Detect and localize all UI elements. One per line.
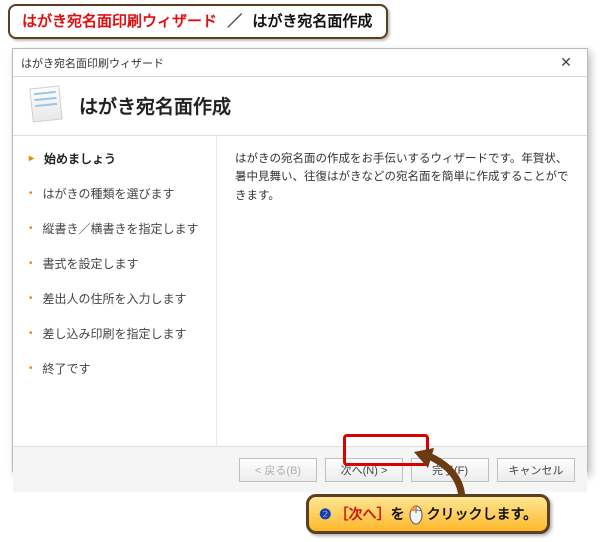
wizard-description: はがきの宛名面の作成をお手伝いするウィザードです。年賀状、暑中見舞い、往復はがき… bbox=[217, 136, 587, 446]
button-row: < 戻る(B) 次へ(N) > 完了(F) キャンセル bbox=[13, 446, 587, 492]
close-button[interactable]: ✕ bbox=[545, 49, 587, 77]
wizard-header: はがき宛名面作成 bbox=[13, 77, 587, 136]
step-number: ❷ bbox=[319, 506, 332, 523]
banner-top-red: はがき宛名面印刷ウィザード bbox=[22, 13, 217, 30]
banner-top-black: はがき宛名面作成 bbox=[252, 13, 372, 30]
step-item[interactable]: はがきの種類を選びます bbox=[29, 185, 208, 202]
postcard-icon bbox=[27, 85, 67, 125]
step-item[interactable]: 縦書き／横書きを指定します bbox=[29, 220, 208, 237]
wizard-title: はがき宛名面作成 bbox=[79, 92, 231, 119]
step-item[interactable]: 差出人の住所を入力します bbox=[29, 290, 208, 307]
banner-tail: クリックします。 bbox=[427, 504, 538, 524]
step-label: 差出人の住所を入力します bbox=[43, 290, 187, 307]
next-button[interactable]: 次へ(N) > bbox=[325, 458, 403, 482]
step-item[interactable]: 始めましょう bbox=[29, 150, 208, 167]
step-label: 書式を設定します bbox=[43, 255, 139, 272]
wizard-dialog: はがき宛名面印刷ウィザード ✕ はがき宛名面作成 始めましょう はがきの種類を選… bbox=[12, 48, 588, 472]
banner-top-sep: ／ bbox=[227, 13, 242, 30]
step-item[interactable]: 書式を設定します bbox=[29, 255, 208, 272]
instruction-banner-top: はがき宛名面印刷ウィザード ／ はがき宛名面作成 bbox=[8, 4, 388, 39]
step-item[interactable]: 差し込み印刷を指定します bbox=[29, 325, 208, 342]
finish-button[interactable]: 完了(F) bbox=[411, 458, 489, 482]
wizard-body: 始めましょう はがきの種類を選びます 縦書き／横書きを指定します 書式を設定しま… bbox=[13, 136, 587, 446]
instruction-banner-bottom: ❷ ［ 次へ ］ を クリックします。 bbox=[306, 494, 550, 534]
step-label: はがきの種類を選びます bbox=[43, 185, 175, 202]
banner-red: 次へ bbox=[349, 504, 377, 524]
step-label: 差し込み印刷を指定します bbox=[43, 325, 187, 342]
step-label: 縦書き／横書きを指定します bbox=[43, 220, 199, 237]
step-list: 始めましょう はがきの種類を選びます 縦書き／横書きを指定します 書式を設定しま… bbox=[13, 136, 217, 446]
bracket-close: ］ bbox=[377, 504, 391, 524]
step-item[interactable]: 終了です bbox=[29, 360, 208, 377]
banner-mid: を bbox=[391, 504, 405, 524]
step-label: 始めましょう bbox=[44, 150, 116, 167]
back-button: < 戻る(B) bbox=[239, 458, 317, 482]
step-label: 終了です bbox=[43, 360, 91, 377]
titlebar-text: はがき宛名面印刷ウィザード bbox=[21, 55, 164, 71]
cancel-button[interactable]: キャンセル bbox=[497, 458, 575, 482]
titlebar: はがき宛名面印刷ウィザード ✕ bbox=[13, 49, 587, 77]
bracket-open: ［ bbox=[335, 504, 349, 524]
mouse-icon bbox=[408, 503, 424, 525]
close-icon: ✕ bbox=[560, 54, 572, 71]
